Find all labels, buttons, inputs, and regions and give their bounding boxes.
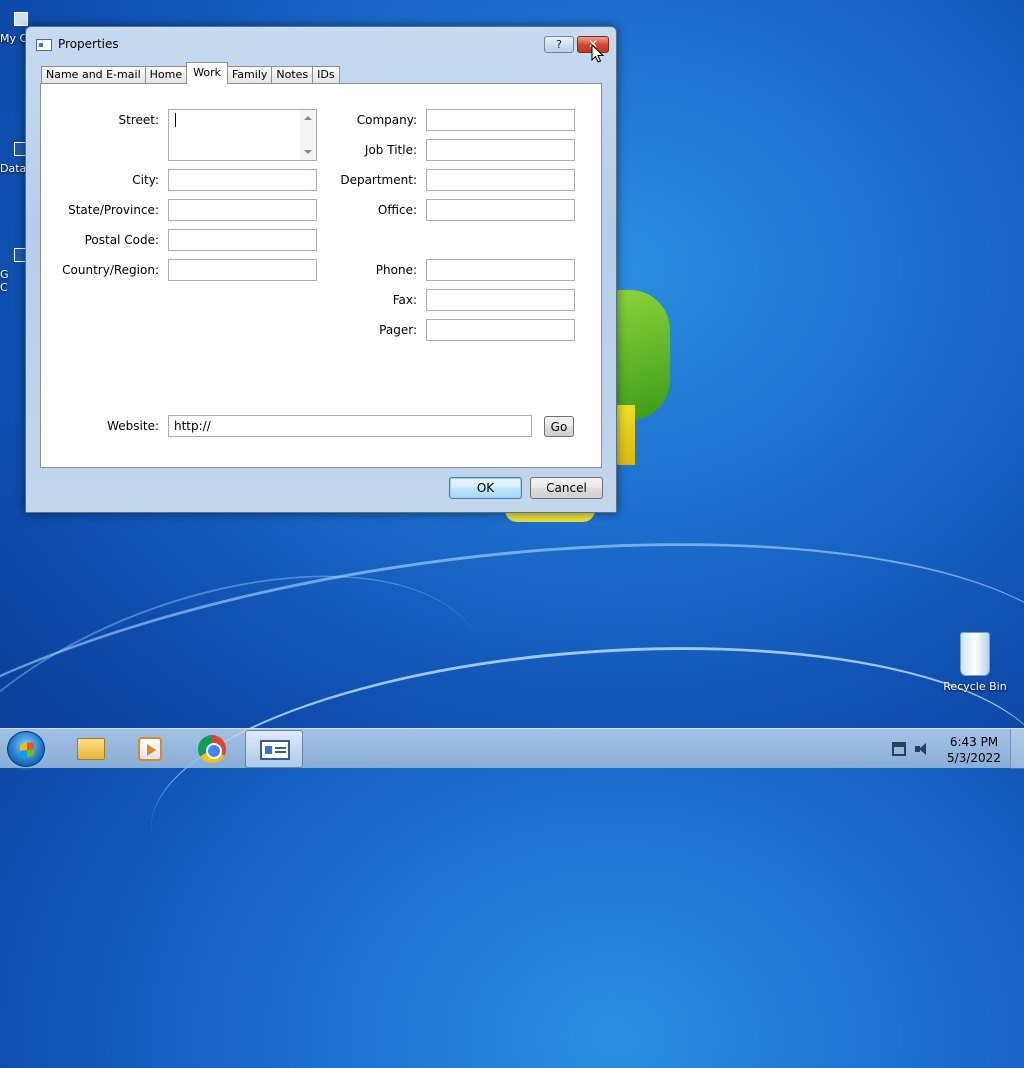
ok-button[interactable]: OK — [449, 477, 522, 499]
pager-label: Pager: — [379, 323, 417, 337]
taskbar-item-media-player[interactable] — [120, 730, 178, 768]
dialog-title: Properties — [58, 37, 119, 51]
mouse-cursor-icon — [591, 44, 605, 63]
website-label: Website: — [107, 419, 159, 433]
street-scrollbar[interactable] — [300, 110, 316, 160]
desktop-icon-label: Data — [0, 162, 27, 175]
street-label: Street: — [118, 113, 159, 127]
tab-work[interactable]: Work — [186, 62, 228, 84]
contact-card-icon — [260, 740, 290, 760]
chrome-icon — [198, 735, 226, 763]
pager-input[interactable] — [426, 319, 575, 341]
job-title-label: Job Title: — [364, 143, 417, 157]
desktop-icon-label: Recycle Bin — [943, 680, 1007, 693]
media-player-icon — [138, 737, 162, 761]
taskbar-item-chrome[interactable] — [182, 730, 240, 768]
country-label: Country/Region: — [62, 263, 159, 277]
windows-logo-icon — [20, 742, 34, 758]
system-clock[interactable]: 6:43 PM 5/3/2022 — [940, 734, 1008, 766]
job-title-input[interactable] — [426, 139, 575, 161]
volume-icon[interactable] — [915, 742, 929, 756]
recycle-bin-icon — [960, 632, 990, 676]
company-label: Company: — [356, 113, 417, 127]
folder-icon — [77, 738, 105, 760]
phone-label: Phone: — [375, 263, 417, 277]
phone-input[interactable] — [426, 259, 575, 281]
fax-label: Fax: — [392, 293, 417, 307]
fax-input[interactable] — [426, 289, 575, 311]
taskbar-item-explorer[interactable] — [60, 730, 118, 768]
network-icon[interactable] — [892, 742, 906, 756]
start-button[interactable] — [7, 731, 45, 767]
dialog-titlebar[interactable]: Properties ? ✕ — [26, 27, 616, 57]
taskbar: 6:43 PM 5/3/2022 — [0, 728, 1024, 769]
postal-code-input[interactable] — [168, 229, 317, 251]
department-input[interactable] — [426, 169, 575, 191]
desktop-icon-recycle-bin[interactable]: Recycle Bin — [940, 632, 1010, 693]
office-label: Office: — [377, 203, 417, 217]
properties-dialog: Properties ? ✕ Name and E-mail Home Work… — [25, 26, 617, 513]
tab-notes[interactable]: Notes — [271, 66, 314, 84]
state-input[interactable] — [168, 199, 317, 221]
state-label: State/Province: — [68, 203, 159, 217]
text-caret — [175, 113, 176, 127]
cancel-button[interactable]: Cancel — [530, 477, 603, 499]
country-input[interactable] — [168, 259, 317, 281]
tab-name-and-email[interactable]: Name and E-mail — [41, 66, 146, 84]
postal-code-label: Postal Code: — [84, 233, 159, 247]
tab-home[interactable]: Home — [144, 66, 188, 84]
scroll-up-icon[interactable] — [304, 116, 312, 120]
work-tab-panel: Street: City: State/Province: Postal Cod… — [40, 83, 602, 468]
department-label: Department: — [340, 173, 417, 187]
contact-card-icon — [36, 39, 52, 51]
city-label: City: — [132, 173, 159, 187]
tab-ids[interactable]: IDs — [312, 66, 340, 84]
tab-strip: Name and E-mail Home Work Family Notes I… — [41, 62, 340, 84]
go-button[interactable]: Go — [544, 416, 574, 437]
help-button[interactable]: ? — [544, 36, 574, 53]
clock-time: 6:43 PM — [949, 735, 999, 749]
tab-family[interactable]: Family — [226, 66, 273, 84]
show-desktop-button[interactable] — [1010, 729, 1024, 769]
desktop-icon-label: My C — [0, 32, 28, 45]
scroll-down-icon[interactable] — [304, 150, 312, 154]
website-input[interactable]: http:// — [168, 415, 532, 437]
clock-date: 5/3/2022 — [947, 751, 1001, 765]
city-input[interactable] — [168, 169, 317, 191]
computer-icon — [14, 12, 28, 26]
taskbar-item-properties[interactable] — [245, 730, 303, 768]
office-input[interactable] — [426, 199, 575, 221]
street-input[interactable] — [168, 109, 317, 161]
company-input[interactable] — [426, 109, 575, 131]
desktop-icon-label: G C — [0, 268, 9, 294]
